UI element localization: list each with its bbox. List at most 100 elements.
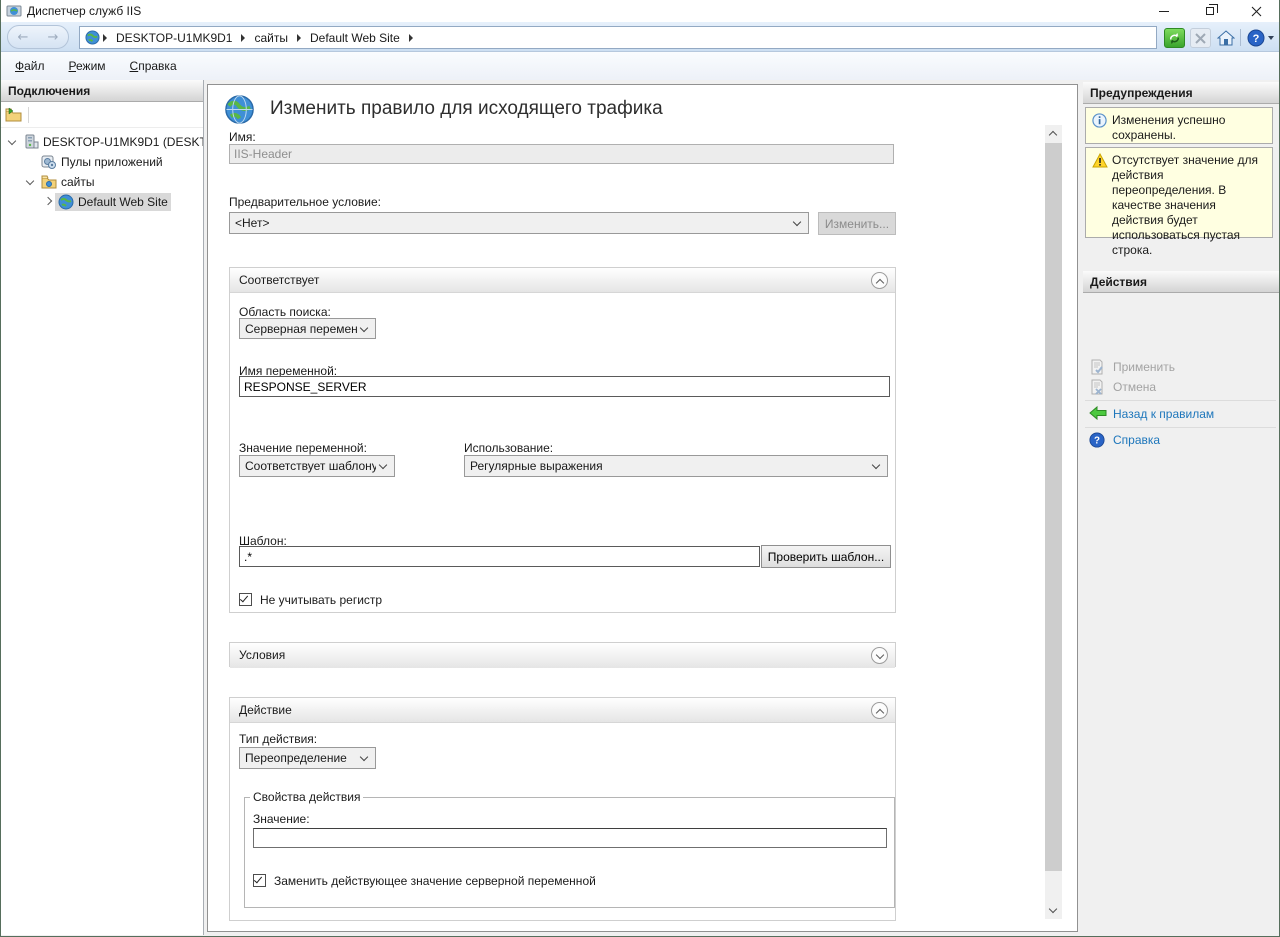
menu-file[interactable]: Файл bbox=[1, 52, 57, 80]
action-properties-group: Свойства действия Значение: Заменить дей… bbox=[244, 790, 895, 908]
svg-text:?: ? bbox=[1094, 436, 1100, 447]
menu-help[interactable]: Справка bbox=[118, 52, 189, 80]
save-connection-icon[interactable] bbox=[5, 107, 22, 122]
cancel-icon bbox=[1089, 379, 1105, 395]
tree-item-label: сайты bbox=[61, 172, 95, 192]
action-properties-title: Свойства действия bbox=[250, 790, 363, 804]
stop-icon bbox=[1195, 33, 1206, 44]
action-section: Действие Тип действия: Переопределение С… bbox=[229, 697, 896, 921]
expander-icon[interactable] bbox=[44, 197, 52, 205]
breadcrumb[interactable]: DESKTOP-U1MK9D1 сайты Default Web Site bbox=[79, 26, 1157, 49]
refresh-icon bbox=[1168, 32, 1181, 45]
action-section-header[interactable]: Действие bbox=[230, 698, 895, 723]
page-title: Изменить правило для исходящего трафика bbox=[270, 98, 663, 120]
action-help[interactable]: ? Справка bbox=[1083, 430, 1280, 450]
replace-value-checkbox[interactable] bbox=[253, 874, 266, 887]
check-icon bbox=[254, 875, 262, 884]
usage-value: Регулярные выражения bbox=[470, 459, 869, 473]
test-pattern-button[interactable]: Проверить шаблон... bbox=[761, 545, 891, 568]
action-apply: Применить bbox=[1083, 357, 1280, 377]
separator bbox=[1085, 400, 1276, 401]
feature-page: Изменить правило для исходящего трафика … bbox=[207, 84, 1078, 932]
minimize-button[interactable] bbox=[1141, 0, 1187, 22]
tree-item-default-web-site[interactable]: Default Web Site bbox=[1, 192, 203, 212]
action-type-value: Переопределение bbox=[245, 751, 357, 765]
scope-select[interactable]: Серверная переменн bbox=[239, 318, 376, 339]
chevron-down-icon bbox=[379, 461, 387, 469]
chevron-down-icon bbox=[1049, 905, 1057, 913]
apply-icon bbox=[1089, 359, 1105, 375]
edit-precondition-button[interactable]: Изменить... bbox=[818, 212, 896, 235]
expand-button[interactable] bbox=[871, 647, 888, 664]
tree-item-sites[interactable]: сайты bbox=[1, 172, 203, 192]
help-button[interactable]: ? bbox=[1245, 28, 1266, 48]
breadcrumb-item-server[interactable]: DESKTOP-U1MK9D1 bbox=[116, 31, 232, 45]
action-label: Применить bbox=[1113, 357, 1175, 377]
action-value-input[interactable] bbox=[253, 828, 887, 848]
breadcrumb-item-default-web-site[interactable]: Default Web Site bbox=[310, 31, 400, 45]
close-button[interactable] bbox=[1233, 0, 1279, 22]
tree-item-label: Пулы приложений bbox=[61, 152, 163, 172]
expander-icon[interactable] bbox=[8, 137, 16, 145]
tree-item-label: Default Web Site bbox=[78, 192, 168, 212]
scope-label: Область поиска: bbox=[239, 305, 331, 319]
warning-icon bbox=[1092, 153, 1107, 168]
site-globe-icon bbox=[58, 194, 74, 210]
connections-toolbar bbox=[1, 102, 203, 128]
tree-item-app-pools[interactable]: Пулы приложений bbox=[1, 152, 203, 172]
help-icon: ? bbox=[1247, 29, 1265, 47]
breadcrumb-arrow-icon bbox=[297, 34, 301, 42]
replace-value-label: Заменить действующее значение серверной … bbox=[274, 874, 596, 888]
scope-value: Серверная переменн bbox=[245, 322, 357, 336]
scroll-down-button[interactable] bbox=[1045, 902, 1062, 919]
sites-folder-icon bbox=[41, 174, 57, 190]
pattern-input[interactable] bbox=[239, 546, 760, 567]
vertical-scrollbar[interactable] bbox=[1045, 125, 1062, 919]
restore-icon bbox=[1206, 7, 1214, 15]
alert-info: Изменения успешно сохранены. bbox=[1085, 107, 1273, 144]
actions-header: Действия bbox=[1083, 271, 1280, 293]
scroll-up-button[interactable] bbox=[1045, 125, 1062, 142]
action-label: Назад к правилам bbox=[1113, 404, 1214, 424]
breadcrumb-item-sites[interactable]: сайты bbox=[254, 31, 288, 45]
expander-icon[interactable] bbox=[26, 177, 34, 185]
action-back-to-rules[interactable]: Назад к правилам bbox=[1083, 404, 1280, 424]
refresh-button[interactable] bbox=[1164, 28, 1185, 48]
action-label: Отмена bbox=[1113, 377, 1156, 397]
match-section: Соответствует Область поиска: Серверная … bbox=[229, 267, 896, 613]
variable-value-label: Значение переменной: bbox=[239, 441, 367, 455]
collapse-button[interactable] bbox=[871, 702, 888, 719]
forward-icon[interactable]: → bbox=[48, 31, 59, 44]
action-section-title: Действие bbox=[239, 703, 292, 717]
action-value-label: Значение: bbox=[253, 812, 310, 826]
variable-value-select[interactable]: Соответствует шаблону bbox=[239, 455, 395, 477]
chevron-up-icon bbox=[876, 709, 884, 717]
action-type-select[interactable]: Переопределение bbox=[239, 747, 376, 769]
conditions-section-header[interactable]: Условия bbox=[230, 643, 895, 668]
check-icon bbox=[240, 594, 248, 603]
action-label: Справка bbox=[1113, 430, 1160, 450]
app-pools-icon bbox=[41, 154, 57, 170]
restore-button[interactable] bbox=[1187, 0, 1233, 22]
chevron-down-icon bbox=[360, 323, 368, 331]
precondition-label: Предварительное условие: bbox=[229, 195, 381, 209]
help-dropdown-icon[interactable] bbox=[1268, 36, 1274, 40]
minimize-icon bbox=[1159, 11, 1169, 12]
tree-item-server[interactable]: DESKTOP-U1MK9D1 (DESKTOP bbox=[1, 132, 203, 152]
home-icon bbox=[1217, 30, 1235, 47]
tree-item-label: DESKTOP-U1MK9D1 (DESKTOP bbox=[43, 132, 203, 152]
home-button[interactable] bbox=[1215, 28, 1236, 48]
precondition-select[interactable]: <Нет> bbox=[229, 212, 809, 234]
usage-select[interactable]: Регулярные выражения bbox=[464, 455, 888, 477]
variable-name-input[interactable] bbox=[239, 376, 890, 397]
ignore-case-checkbox[interactable] bbox=[239, 593, 252, 606]
match-section-header[interactable]: Соответствует bbox=[230, 268, 895, 293]
precondition-value: <Нет> bbox=[235, 216, 790, 230]
collapse-button[interactable] bbox=[871, 272, 888, 289]
menu-view[interactable]: Режим bbox=[57, 52, 118, 80]
back-icon[interactable]: ← bbox=[18, 31, 29, 44]
stop-button[interactable] bbox=[1190, 28, 1211, 48]
scrollbar-thumb[interactable] bbox=[1045, 143, 1062, 871]
usage-label: Использование: bbox=[464, 441, 553, 455]
variable-value-value: Соответствует шаблону bbox=[245, 459, 376, 473]
